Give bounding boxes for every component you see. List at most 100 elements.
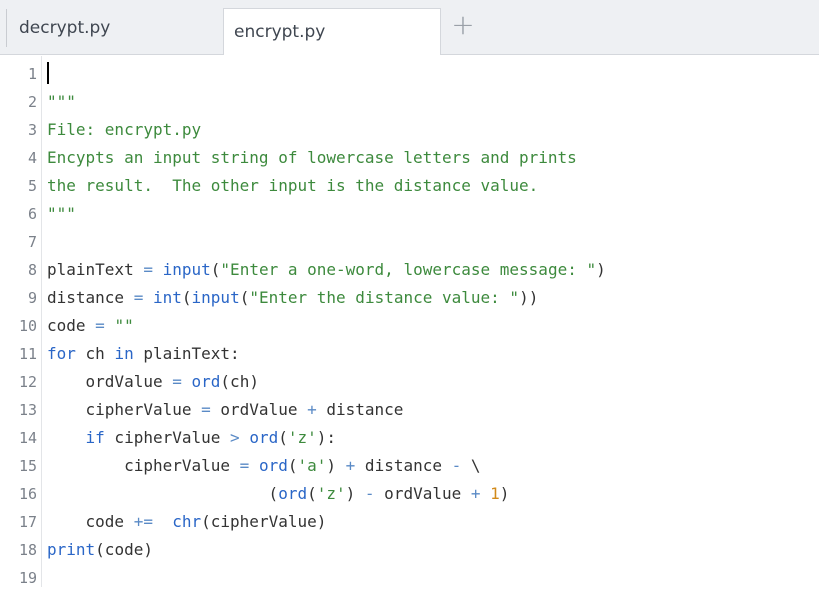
code-line[interactable]: 18 print(code)	[0, 536, 819, 564]
line-code: File: encrypt.py	[47, 116, 201, 144]
code-token: )	[326, 456, 346, 475]
code-token: cipherValue	[47, 400, 202, 419]
line-number: 13	[18, 401, 37, 419]
tab-decrypt-py[interactable]: decrypt.py	[6, 9, 220, 47]
code-token: distance	[47, 288, 134, 307]
code-token: ord	[278, 484, 308, 503]
code-token: (code)	[95, 540, 153, 559]
code-token: >	[230, 428, 240, 447]
code-token: distance	[355, 456, 452, 475]
code-line[interactable]: 1	[0, 60, 819, 88]
code-token: if	[85, 428, 105, 447]
code-token: =	[133, 288, 144, 307]
code-line[interactable]: 3 File: encrypt.py	[0, 116, 819, 144]
code-line[interactable]: 14 if cipherValue > ord('z'):	[0, 424, 819, 452]
code-token: =	[239, 456, 250, 475]
line-code: code = ""	[47, 312, 134, 340]
code-token: 1	[490, 484, 500, 503]
tab-encrypt-py[interactable]: encrypt.py	[223, 8, 441, 55]
code-line[interactable]: 17 code += chr(cipherValue)	[0, 508, 819, 536]
code-token: """	[47, 204, 76, 223]
line-number: 5	[27, 177, 37, 195]
tab-bar: decrypt.py encrypt.py +	[0, 0, 819, 55]
code-token: code	[47, 316, 96, 335]
code-token: Encypts an input string of lowercase let…	[47, 148, 577, 167]
code-line[interactable]: 15 cipherValue = ord('a') + distance - \	[0, 452, 819, 480]
line-number: 9	[27, 289, 37, 307]
code-token: for	[47, 344, 76, 363]
line-code: ordValue = ord(ch)	[47, 368, 259, 396]
code-token: (	[278, 428, 288, 447]
line-code: Encypts an input string of lowercase let…	[47, 144, 577, 172]
code-token: (ch)	[220, 372, 259, 391]
line-code: for ch in plainText:	[47, 340, 240, 368]
code-token: ):	[316, 428, 337, 447]
line-number: 15	[18, 457, 37, 475]
tab-label: encrypt.py	[234, 22, 326, 42]
line-code: if cipherValue > ord('z'):	[47, 424, 337, 452]
code-line[interactable]: 9 distance = int(input("Enter the distanc…	[0, 284, 819, 312]
code-line[interactable]: 19	[0, 564, 819, 592]
plus-icon[interactable]: +	[449, 11, 477, 40]
code-line[interactable]: 8 plainText = input("Enter a one-word, lo…	[0, 256, 819, 284]
code-token: code	[47, 512, 134, 531]
text-cursor	[47, 62, 49, 84]
code-token: """	[47, 92, 76, 111]
code-line[interactable]: 5 the result. The other input is the dist…	[0, 172, 819, 200]
line-number: 19	[18, 569, 37, 587]
code-token: )	[596, 260, 606, 279]
code-token: \	[461, 456, 481, 475]
line-number: 11	[18, 345, 37, 363]
code-line[interactable]: 6 """	[0, 200, 819, 228]
code-line[interactable]: 2 """	[0, 88, 819, 116]
code-line[interactable]: 13 cipherValue = ordValue + distance	[0, 396, 819, 424]
code-token: int	[152, 288, 182, 307]
code-line[interactable]: 4 Encypts an input string of lowercase le…	[0, 144, 819, 172]
code-token: (	[47, 484, 279, 503]
line-number: 12	[18, 373, 37, 391]
code-token: ord	[191, 372, 221, 391]
code-token: =	[172, 372, 182, 391]
line-code: code += chr(cipherValue)	[47, 508, 327, 536]
line-number: 7	[27, 233, 37, 251]
code-line[interactable]: 11 for ch in plainText:	[0, 340, 819, 368]
code-token: +=	[133, 512, 153, 531]
tab-label: decrypt.py	[19, 18, 111, 38]
code-token: 'z'	[316, 484, 346, 503]
code-token: )	[345, 484, 365, 503]
code-editor[interactable]: 1 2 """ 3 File: encrypt.py 4 Encypts an input …	[0, 56, 819, 587]
code-token: plainText:	[133, 344, 240, 363]
code-token: input	[191, 288, 240, 307]
code-token: input	[162, 260, 211, 279]
line-code: cipherValue = ord('a') + distance - \	[47, 452, 481, 480]
code-line[interactable]: 10 code = ""	[0, 312, 819, 340]
code-token: print	[47, 540, 96, 559]
line-code: plainText = input("Enter a one-word, low…	[47, 256, 606, 284]
line-code: print(code)	[47, 536, 153, 564]
code-token: =	[95, 316, 105, 335]
code-token: ord	[258, 456, 288, 475]
line-number: 10	[18, 317, 37, 335]
code-token: (cipherValue)	[201, 512, 327, 531]
line-code: cipherValue = ordValue + distance	[47, 396, 404, 424]
code-token: )	[499, 484, 510, 503]
code-token: +	[470, 484, 481, 503]
line-number: 18	[18, 541, 37, 559]
line-number: 1	[27, 65, 37, 83]
line-number: 8	[27, 261, 37, 279]
code-token: "Enter a one-word, lowercase message: "	[220, 260, 597, 279]
line-code: (ord('z') - ordValue + 1)	[47, 480, 510, 508]
code-token: plainText	[47, 260, 144, 279]
code-line[interactable]: 16 (ord('z') - ordValue + 1)	[0, 480, 819, 508]
code-line[interactable]: 7	[0, 228, 819, 256]
code-token: cipherValue	[47, 456, 240, 475]
code-token: (	[210, 260, 221, 279]
code-line[interactable]: 12 ordValue = ord(ch)	[0, 368, 819, 396]
